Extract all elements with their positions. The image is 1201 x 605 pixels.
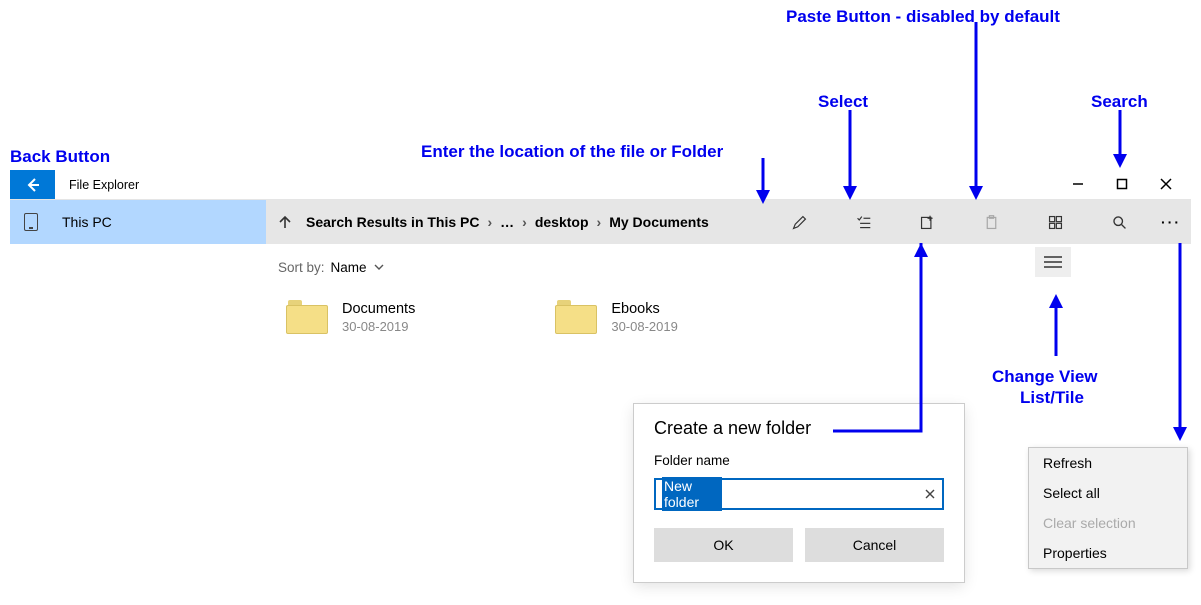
breadcrumb-part[interactable]: My Documents <box>609 214 709 230</box>
view-grid-button[interactable] <box>1023 200 1087 244</box>
context-properties[interactable]: Properties <box>1029 538 1187 568</box>
annotation-paste: Paste Button - disabled by default <box>786 7 1060 27</box>
back-button[interactable] <box>10 170 55 199</box>
folder-item[interactable]: Documents 30-08-2019 <box>286 300 415 334</box>
sidebar <box>10 244 266 474</box>
clipboard-icon <box>983 214 1000 231</box>
sort-label: Sort by: <box>278 260 325 275</box>
breadcrumb-part[interactable]: … <box>500 214 514 230</box>
folder-name-value: New folder <box>662 477 722 511</box>
search-button[interactable] <box>1087 200 1151 244</box>
chevron-down-icon <box>373 261 385 273</box>
folder-date: 30-08-2019 <box>611 319 678 334</box>
toolbar: This PC Search Results in This PC › … › … <box>10 200 1191 244</box>
annotation-back: Back Button <box>10 147 110 167</box>
close-icon <box>925 489 935 499</box>
context-clear-selection: Clear selection <box>1029 508 1187 538</box>
grid-icon <box>1047 214 1064 231</box>
more-icon: ··· <box>1161 214 1181 230</box>
new-folder-dialog: Create a new folder Folder name New fold… <box>634 404 964 582</box>
breadcrumb[interactable]: Search Results in This PC › … › desktop … <box>304 214 767 230</box>
context-menu: Refresh Select all Clear selection Prope… <box>1028 447 1188 569</box>
device-icon <box>24 213 38 231</box>
folder-name: Ebooks <box>611 301 678 317</box>
dialog-field-label: Folder name <box>654 453 944 468</box>
folder-date: 30-08-2019 <box>342 319 415 334</box>
dialog-title: Create a new folder <box>654 418 944 439</box>
annotation-select: Select <box>818 92 868 112</box>
maximize-icon <box>1116 178 1128 190</box>
edit-button[interactable] <box>767 200 831 244</box>
arrow-search <box>1100 110 1140 170</box>
context-refresh[interactable]: Refresh <box>1029 448 1187 478</box>
view-list-button[interactable] <box>1035 247 1071 277</box>
list-icon <box>1044 255 1062 269</box>
ok-button[interactable]: OK <box>654 528 793 562</box>
search-icon <box>1111 214 1128 231</box>
new-folder-button[interactable] <box>895 200 959 244</box>
chevron-right-icon: › <box>520 214 529 230</box>
select-list-icon <box>855 214 872 231</box>
titlebar: File Explorer <box>10 170 1191 200</box>
nav-selected-label: This PC <box>62 214 112 230</box>
annotation-enter-location: Enter the location of the file or Folder <box>421 142 723 162</box>
context-select-all[interactable]: Select all <box>1029 478 1187 508</box>
minimize-button[interactable] <box>1067 177 1089 193</box>
folder-icon <box>555 300 597 334</box>
sort-value: Name <box>331 260 367 275</box>
cancel-button[interactable]: Cancel <box>805 528 944 562</box>
clear-input-button[interactable] <box>919 487 942 502</box>
breadcrumb-part[interactable]: desktop <box>535 214 589 230</box>
breadcrumb-root[interactable]: Search Results in This PC <box>306 214 480 230</box>
window-title: File Explorer <box>55 170 153 199</box>
select-button[interactable] <box>831 200 895 244</box>
folder-name-field[interactable]: New folder <box>654 478 944 510</box>
maximize-button[interactable] <box>1111 177 1133 193</box>
folder-icon <box>286 300 328 334</box>
minimize-icon <box>1072 178 1084 190</box>
pencil-icon <box>791 214 808 231</box>
more-button[interactable]: ··· <box>1151 200 1191 244</box>
chevron-right-icon: › <box>595 214 604 230</box>
arrow-left-icon <box>25 177 41 193</box>
annotation-search: Search <box>1091 92 1148 112</box>
arrow-up-icon <box>277 214 293 230</box>
close-button[interactable] <box>1155 177 1177 193</box>
folder-name: Documents <box>342 301 415 317</box>
new-folder-icon <box>919 214 936 231</box>
folder-item[interactable]: Ebooks 30-08-2019 <box>555 300 678 334</box>
paste-button <box>959 200 1023 244</box>
folder-name-input[interactable] <box>722 480 919 508</box>
chevron-right-icon: › <box>486 214 495 230</box>
close-icon <box>1160 178 1172 190</box>
up-button[interactable] <box>266 200 304 244</box>
nav-panel-selected[interactable]: This PC <box>10 200 266 244</box>
file-explorer-window: File Explorer This PC Search Results in … <box>10 170 1191 474</box>
